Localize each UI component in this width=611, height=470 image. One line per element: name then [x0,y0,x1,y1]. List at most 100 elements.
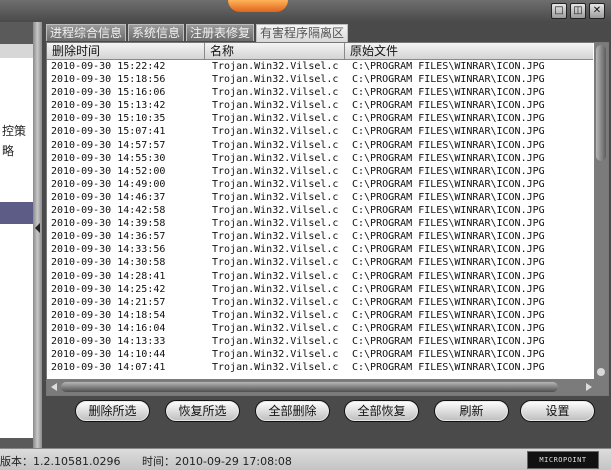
row-delete-time: 2010-09-30 14:18:54 [51,309,166,321]
row-original-file: C:\PROGRAM FILES\WINRAR\ICON.JPG [352,296,545,308]
row-delete-time: 2010-09-30 14:07:41 [51,362,166,374]
table-row[interactable]: 2010-09-30 14:16:04 Trojan.Win32.Vilsel.c… [47,322,593,335]
row-delete-time: 2010-09-30 14:49:00 [51,178,166,190]
row-original-file: C:\PROGRAM FILES\WINRAR\ICON.JPG [352,244,545,256]
row-name: Trojan.Win32.Vilsel.c [212,165,339,177]
row-original-file: C:\PROGRAM FILES\WINRAR\ICON.JPG [352,257,545,269]
row-name: Trojan.Win32.Vilsel.c [212,205,339,217]
column-name[interactable]: 名称 [205,43,345,59]
table-row[interactable]: 2010-09-30 15:22:42 Trojan.Win32.Vilsel.c… [47,60,593,73]
table-row[interactable]: 2010-09-30 14:25:42 Trojan.Win32.Vilsel.c… [47,283,593,296]
tab-bar: 进程综合信息 系统信息 注册表修复 有害程序隔离区 [46,24,349,42]
table-row[interactable]: 2010-09-30 15:10:35 Trojan.Win32.Vilsel.c… [47,112,593,125]
row-original-file: C:\PROGRAM FILES\WINRAR\ICON.JPG [352,191,545,203]
table-row[interactable]: 2010-09-30 15:13:42 Trojan.Win32.Vilsel.c… [47,99,593,112]
close-icon[interactable]: ✕ [589,3,605,19]
row-delete-time: 2010-09-30 14:52:00 [51,165,166,177]
table-row[interactable]: 2010-09-30 14:46:37 Trojan.Win32.Vilsel.c… [47,191,593,204]
row-name: Trojan.Win32.Vilsel.c [212,349,339,361]
row-name: Trojan.Win32.Vilsel.c [212,191,339,203]
row-delete-time: 2010-09-30 14:42:58 [51,205,166,217]
table-row[interactable]: 2010-09-30 14:52:00 Trojan.Win32.Vilsel.c… [47,165,593,178]
row-original-file: C:\PROGRAM FILES\WINRAR\ICON.JPG [352,87,545,99]
row-original-file: C:\PROGRAM FILES\WINRAR\ICON.JPG [352,283,545,295]
table-row[interactable]: 2010-09-30 15:16:06 Trojan.Win32.Vilsel.c… [47,86,593,99]
table-row[interactable]: 2010-09-30 14:21:57 Trojan.Win32.Vilsel.c… [47,296,593,309]
row-delete-time: 2010-09-30 14:36:57 [51,231,166,243]
tab-process-info[interactable]: 进程综合信息 [46,24,127,41]
action-buttons: 删除所选 恢复所选 全部删除 全部恢复 刷新 设置 [42,397,611,429]
row-original-file: C:\PROGRAM FILES\WINRAR\ICON.JPG [352,362,545,374]
collapse-left-icon[interactable] [35,223,40,233]
row-original-file: C:\PROGRAM FILES\WINRAR\ICON.JPG [352,178,545,190]
row-name: Trojan.Win32.Vilsel.c [212,335,339,347]
scroll-left-icon[interactable] [51,383,57,391]
row-original-file: C:\PROGRAM FILES\WINRAR\ICON.JPG [352,335,545,347]
pane-splitter[interactable] [33,22,42,448]
table-row[interactable]: 2010-09-30 14:57:57 Trojan.Win32.Vilsel.c… [47,139,593,152]
table-row[interactable]: 2010-09-30 14:10:44 Trojan.Win32.Vilsel.c… [47,348,593,361]
row-name: Trojan.Win32.Vilsel.c [212,87,339,99]
row-name: Trojan.Win32.Vilsel.c [212,152,339,164]
left-pane-list[interactable] [0,58,34,438]
row-delete-time: 2010-09-30 14:30:58 [51,257,166,269]
left-pane: 控策 略 [0,22,34,448]
row-delete-time: 2010-09-30 14:25:42 [51,283,166,295]
restore-selected-button[interactable]: 恢复所选 [165,400,240,422]
settings-button[interactable]: 设置 [520,400,595,422]
table-row[interactable]: 2010-09-30 14:39:58 Trojan.Win32.Vilsel.c… [47,217,593,230]
delete-selected-button[interactable]: 删除所选 [75,400,150,422]
row-delete-time: 2010-09-30 14:13:33 [51,335,166,347]
row-original-file: C:\PROGRAM FILES\WINRAR\ICON.JPG [352,309,545,321]
table-row[interactable]: 2010-09-30 14:30:58 Trojan.Win32.Vilsel.c… [47,256,593,269]
scroll-right-icon[interactable] [586,383,592,391]
window-controls: □ ◫ ✕ [551,3,605,19]
row-name: Trojan.Win32.Vilsel.c [212,362,339,374]
column-delete-time[interactable]: 删除时间 [47,43,205,59]
row-delete-time: 2010-09-30 14:16:04 [51,322,166,334]
restore-icon[interactable]: □ [551,3,567,19]
table-row[interactable]: 2010-09-30 14:49:00 Trojan.Win32.Vilsel.c… [47,178,593,191]
table-row[interactable]: 2010-09-30 14:18:54 Trojan.Win32.Vilsel.c… [47,309,593,322]
row-delete-time: 2010-09-30 15:18:56 [51,74,166,86]
tile-icon[interactable]: ◫ [570,3,586,19]
table-row[interactable]: 2010-09-30 14:07:41 Trojan.Win32.Vilsel.c… [47,361,593,374]
row-name: Trojan.Win32.Vilsel.c [212,74,339,86]
row-delete-time: 2010-09-30 15:16:06 [51,87,166,99]
table-row[interactable]: 2010-09-30 14:13:33 Trojan.Win32.Vilsel.c… [47,335,593,348]
scroll-down-icon[interactable] [597,368,605,376]
restore-all-button[interactable]: 全部恢复 [344,400,419,422]
horizontal-scroll-thumb[interactable] [61,382,558,392]
table-row[interactable]: 2010-09-30 14:55:30 Trojan.Win32.Vilsel.c… [47,152,593,165]
status-bar: 版本：1.2.10581.0296 时间：2010-09-29 17:08:08… [0,448,611,470]
refresh-button[interactable]: 刷新 [434,400,509,422]
delete-all-button[interactable]: 全部删除 [255,400,330,422]
table-row[interactable]: 2010-09-30 14:36:57 Trojan.Win32.Vilsel.c… [47,230,593,243]
row-delete-time: 2010-09-30 15:07:41 [51,126,166,138]
vertical-scroll-thumb[interactable] [596,45,606,161]
table-row[interactable]: 2010-09-30 14:42:58 Trojan.Win32.Vilsel.c… [47,204,593,217]
row-delete-time: 2010-09-30 14:10:44 [51,349,166,361]
row-name: Trojan.Win32.Vilsel.c [212,296,339,308]
table-row[interactable]: 2010-09-30 14:28:41 Trojan.Win32.Vilsel.c… [47,270,593,283]
table-row[interactable]: 2010-09-30 15:07:41 Trojan.Win32.Vilsel.c… [47,125,593,138]
tab-system-info[interactable]: 系统信息 [128,24,185,41]
horizontal-scrollbar[interactable] [47,379,608,395]
tab-quarantine[interactable]: 有害程序隔离区 [256,24,349,42]
row-name: Trojan.Win32.Vilsel.c [212,231,339,243]
row-original-file: C:\PROGRAM FILES\WINRAR\ICON.JPG [352,322,545,334]
row-delete-time: 2010-09-30 15:22:42 [51,61,166,72]
time-text: 时间：2010-09-29 17:08:08 [142,455,292,468]
table-row[interactable]: 2010-09-30 15:18:56 Trojan.Win32.Vilsel.c… [47,73,593,86]
tab-registry-repair[interactable]: 注册表修复 [186,24,255,41]
column-original-file[interactable]: 原始文件 [345,43,593,59]
left-pane-header [0,44,33,59]
row-original-file: C:\PROGRAM FILES\WINRAR\ICON.JPG [352,61,545,72]
table-row[interactable]: 2010-09-30 14:33:56 Trojan.Win32.Vilsel.c… [47,243,593,256]
left-pane-text-1: 控策 [2,124,27,138]
left-pane-selected-item[interactable] [0,202,33,224]
row-name: Trojan.Win32.Vilsel.c [212,126,339,138]
vertical-scrollbar[interactable] [594,43,608,379]
row-name: Trojan.Win32.Vilsel.c [212,113,339,125]
left-pane-text-2: 略 [2,144,15,158]
